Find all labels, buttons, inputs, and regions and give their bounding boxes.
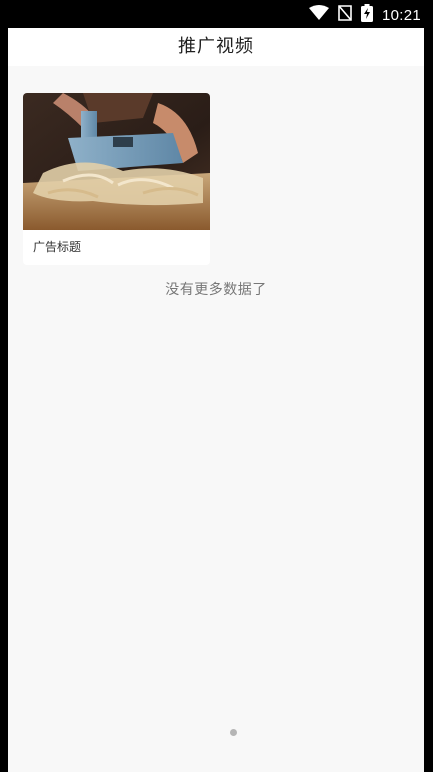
status-bar: 10:21 bbox=[0, 0, 433, 28]
video-title[interactable]: 广告标题 bbox=[33, 238, 81, 255]
battery-charging-icon bbox=[360, 4, 373, 26]
video-thumbnail[interactable] bbox=[23, 93, 210, 230]
wifi-icon bbox=[308, 5, 329, 25]
page-title: 推广视频 bbox=[178, 36, 254, 57]
page-indicator-dot bbox=[230, 729, 237, 736]
app-screen: 推广视频 广告标题 没有更多数据了 bbox=[8, 28, 424, 772]
wood-planing-image bbox=[23, 93, 210, 230]
no-more-data-text: 没有更多数据了 bbox=[165, 282, 267, 298]
video-card[interactable]: 广告标题 bbox=[23, 93, 210, 265]
no-sim-icon bbox=[338, 5, 352, 25]
app-header: 推广视频 bbox=[8, 28, 424, 66]
status-time: 10:21 bbox=[381, 6, 421, 24]
status-icons: 10:21 bbox=[308, 4, 421, 26]
